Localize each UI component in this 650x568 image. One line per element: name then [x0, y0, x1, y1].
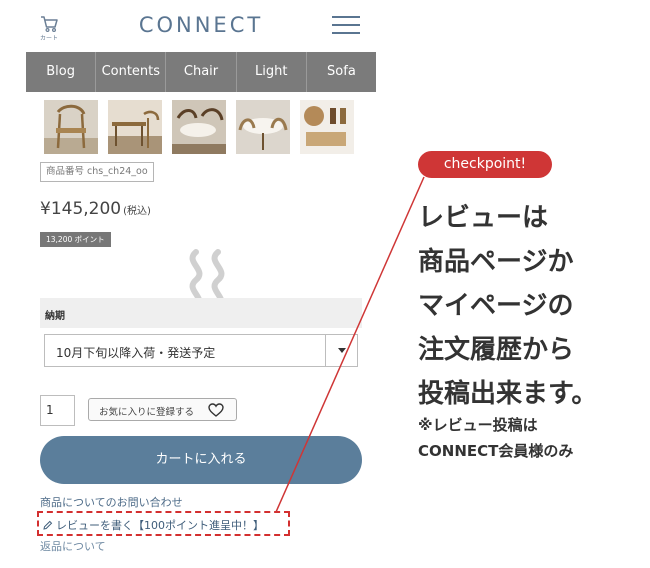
- headline-line-5: 投稿出来ます。: [418, 379, 598, 409]
- nav-item-chair[interactable]: Chair: [166, 52, 237, 92]
- quantity-input[interactable]: 1: [40, 395, 75, 426]
- nav-item-light[interactable]: Light: [237, 52, 307, 92]
- product-price: ¥145,200: [40, 199, 122, 219]
- headline-line-4: 注文履歴から: [418, 335, 575, 365]
- thumbnail-2[interactable]: [108, 100, 162, 154]
- thumbnail-3[interactable]: [172, 100, 226, 154]
- nav-item-blog[interactable]: Blog: [26, 52, 97, 92]
- thumbnail-4[interactable]: [236, 100, 290, 154]
- headline-line-1: レビューは: [418, 203, 549, 233]
- checkpoint-badge: checkpoint!: [418, 151, 552, 178]
- add-to-cart-button[interactable]: カートに入れる: [40, 436, 362, 484]
- delivery-label: 納期: [45, 311, 65, 322]
- favorite-label: お気に入りに登録する: [99, 407, 195, 418]
- site-header: カート CONNECT: [26, 0, 376, 52]
- delivery-selected-value: 10月下旬以降入荷・発送予定: [56, 346, 216, 360]
- points-badge: 13,200 ポイント: [40, 232, 111, 247]
- nav-item-contents[interactable]: Contents: [96, 52, 167, 92]
- product-page: カート CONNECT Blog Contents Chair Light So…: [26, 0, 376, 568]
- review-highlight-box: レビューを書く【100ポイント進呈中！】: [37, 511, 290, 536]
- product-sku: 商品番号 chs_ch24_oo: [40, 162, 154, 182]
- pencil-icon: [43, 520, 53, 530]
- price-row: ¥145,200 (税込): [40, 199, 151, 219]
- tax-label: (税込): [123, 206, 151, 217]
- site-logo[interactable]: CONNECT: [86, 13, 316, 37]
- nav-item-sofa[interactable]: Sofa: [307, 52, 376, 92]
- cart-button[interactable]: カート: [38, 14, 60, 42]
- headline-line-3: マイページの: [418, 291, 574, 321]
- cart-icon: [41, 16, 58, 33]
- headline-line-2: 商品ページか: [418, 247, 574, 277]
- product-thumbnails: [44, 100, 364, 156]
- chevron-down-icon[interactable]: [325, 335, 357, 366]
- delivery-select[interactable]: 10月下旬以降入荷・発送予定: [44, 334, 358, 367]
- hamburger-menu-icon[interactable]: [332, 14, 360, 36]
- note-line-1: ※レビュー投稿は: [418, 416, 538, 434]
- write-review-label: レビューを書く【100ポイント進呈中！】: [56, 519, 264, 532]
- product-inquiry-link[interactable]: 商品についてのお問い合わせ: [40, 494, 183, 510]
- write-review-link[interactable]: レビューを書く【100ポイント進呈中！】: [43, 517, 264, 533]
- note-line-2: CONNECT会員様のみ: [418, 442, 574, 460]
- delivery-section: 納期: [40, 298, 362, 328]
- annotation-headline: レビューは 商品ページか マイページの 注文履歴から 投稿出来ます。: [418, 196, 648, 416]
- cart-label: カート: [39, 35, 58, 42]
- returns-link[interactable]: 返品について: [40, 538, 106, 554]
- heart-icon: [208, 403, 224, 417]
- annotation-note: ※レビュー投稿は CONNECT会員様のみ: [418, 412, 648, 464]
- thumbnail-1[interactable]: [44, 100, 98, 154]
- thumbnail-5[interactable]: [300, 100, 354, 154]
- add-to-favorites-button[interactable]: お気に入りに登録する: [88, 398, 237, 421]
- category-nav: Blog Contents Chair Light Sofa: [26, 52, 376, 92]
